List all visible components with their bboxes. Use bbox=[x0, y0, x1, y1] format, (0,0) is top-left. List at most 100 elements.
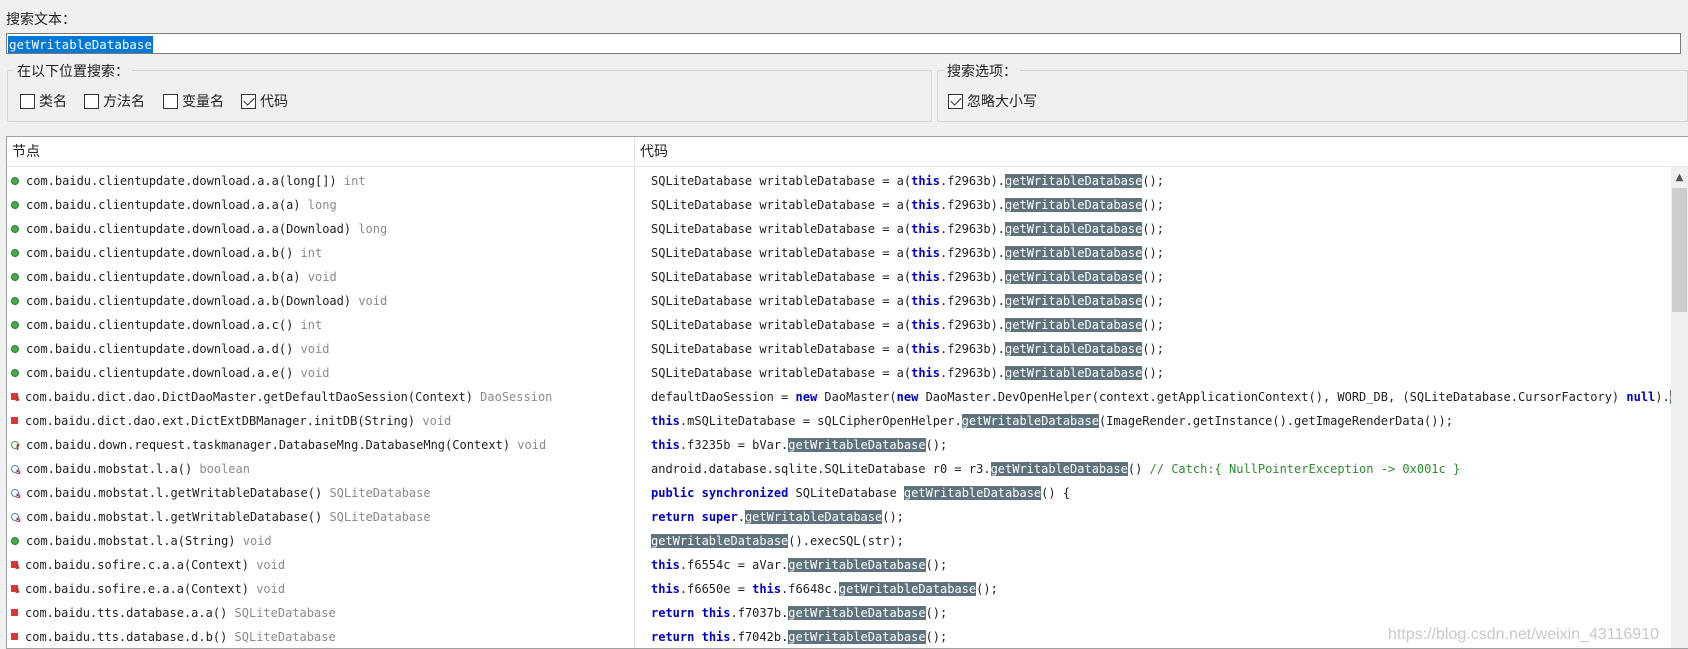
match-highlight: getWritableDatabase bbox=[1005, 174, 1143, 188]
node-name: com.baidu.clientupdate.download.a.e() bbox=[26, 366, 294, 380]
private-method-icon bbox=[11, 609, 18, 616]
return-type: int bbox=[336, 174, 366, 188]
node-name: com.baidu.sofire.c.a.a(Context) bbox=[25, 558, 249, 572]
class-name-checkbox-box[interactable] bbox=[20, 93, 35, 109]
code-keyword: this bbox=[911, 222, 940, 236]
node-name: com.baidu.mobstat.l.getWritableDatabase(… bbox=[26, 486, 323, 500]
return-type: long bbox=[351, 222, 388, 236]
node-cell[interactable]: s com.baidu.mobstat.l.getWritableDatabase… bbox=[11, 505, 631, 529]
node-cell[interactable]: com.baidu.clientupdate.download.a.a(long… bbox=[11, 169, 631, 193]
search-location-title: 在以下位置搜索： bbox=[14, 61, 132, 81]
code-keyword: this bbox=[911, 246, 940, 260]
node-cell[interactable]: f com.baidu.down.request.taskmanager.Data… bbox=[11, 433, 631, 457]
node-name: com.baidu.mobstat.l.a() bbox=[26, 462, 193, 476]
node-cell[interactable]: com.baidu.tts.database.d.b() SQLiteDatab… bbox=[11, 625, 631, 649]
code-text: .f2963b). bbox=[940, 294, 1006, 308]
search-location-group: 在以下位置搜索： 类名 方法名 变量名 代码 bbox=[7, 61, 932, 122]
public-method-icon bbox=[11, 536, 19, 545]
ignore-case-checkbox-box[interactable] bbox=[948, 93, 963, 109]
node-cell[interactable]: com.baidu.clientupdate.download.a.a(Down… bbox=[11, 217, 631, 241]
code-text: .f2963b). bbox=[940, 174, 1006, 188]
return-type: long bbox=[300, 198, 337, 212]
class-name-checkbox[interactable]: 类名 bbox=[20, 91, 67, 111]
variable-name-checkbox-box[interactable] bbox=[163, 93, 178, 109]
variable-name-checkbox[interactable]: 变量名 bbox=[163, 91, 224, 111]
return-type: void bbox=[293, 342, 330, 356]
code-cell[interactable]: SQLiteDatabase writableDatabase = a(this… bbox=[635, 169, 1687, 193]
code-cell[interactable]: defaultDaoSession = new DaoMaster(new Da… bbox=[635, 385, 1687, 409]
search-input[interactable]: getWritableDatabase bbox=[6, 33, 1681, 54]
code-text: .f2963b). bbox=[940, 198, 1006, 212]
code-keyword: new bbox=[795, 390, 818, 404]
scroll-up-icon[interactable]: ▲ bbox=[1671, 169, 1688, 186]
method-name-checkbox-box[interactable] bbox=[84, 93, 99, 109]
node-cell[interactable]: s com.baidu.mobstat.l.a() boolean bbox=[11, 457, 631, 481]
code-cell[interactable]: this.f6554c = aVar.getWritableDatabase()… bbox=[635, 553, 1687, 577]
code-cell[interactable]: getWritableDatabase().execSQL(str); bbox=[635, 529, 1687, 553]
node-cell[interactable]: com.baidu.clientupdate.download.a.e() vo… bbox=[11, 361, 631, 385]
node-name: com.baidu.sofire.e.a.a(Context) bbox=[25, 582, 249, 596]
public-method-icon bbox=[11, 344, 19, 353]
node-cell[interactable]: s com.baidu.mobstat.l.getWritableDatabase… bbox=[11, 481, 631, 505]
code-text: SQLiteDatabase writableDatabase = a( bbox=[651, 342, 912, 356]
code-cell[interactable]: SQLiteDatabase writableDatabase = a(this… bbox=[635, 193, 1687, 217]
code-text: .f6554c = aVar. bbox=[679, 558, 789, 572]
node-cell[interactable]: s com.baidu.dict.dao.DictDaoMaster.getDef… bbox=[11, 385, 631, 409]
node-cell[interactable]: com.baidu.dict.dao.ext.DictExtDBManager.… bbox=[11, 409, 631, 433]
code-cell[interactable]: this.f6650e = this.f6648c.getWritableDat… bbox=[635, 577, 1687, 601]
code-text: (); bbox=[1142, 198, 1164, 212]
node-cell[interactable]: com.baidu.clientupdate.download.a.b(a) v… bbox=[11, 265, 631, 289]
code-cell[interactable]: this.mSQLiteDatabase = sQLCipherOpenHelp… bbox=[635, 409, 1687, 433]
code-keyword: this bbox=[701, 630, 731, 644]
ignore-case-checkbox[interactable]: 忽略大小写 bbox=[948, 91, 1037, 111]
node-cell[interactable]: com.baidu.clientupdate.download.a.d() vo… bbox=[11, 337, 631, 361]
code-checkbox-box[interactable] bbox=[241, 93, 256, 109]
code-cell[interactable]: SQLiteDatabase writableDatabase = a(this… bbox=[635, 361, 1687, 385]
node-cell[interactable]: com.baidu.mobstat.l.a(String) void bbox=[11, 529, 631, 553]
code-cell[interactable]: android.database.sqlite.SQLiteDatabase r… bbox=[635, 457, 1687, 481]
node-cell[interactable]: s com.baidu.sofire.e.a.a(Context) void bbox=[11, 577, 631, 601]
code-cell[interactable]: this.f3235b = bVar.getWritableDatabase()… bbox=[635, 433, 1687, 457]
static-private-method-icon: s bbox=[11, 561, 20, 571]
code-text: .f2963b). bbox=[940, 246, 1006, 260]
code-keyword: return bbox=[651, 630, 695, 644]
code-cell[interactable]: SQLiteDatabase writableDatabase = a(this… bbox=[635, 217, 1687, 241]
static-method-icon: s bbox=[11, 512, 21, 524]
code-cell[interactable]: SQLiteDatabase writableDatabase = a(this… bbox=[635, 337, 1687, 361]
code-cell[interactable]: return super.getWritableDatabase(); bbox=[635, 505, 1687, 529]
node-name: com.baidu.mobstat.l.getWritableDatabase(… bbox=[26, 510, 323, 524]
node-cell[interactable]: com.baidu.clientupdate.download.a.b() in… bbox=[11, 241, 631, 265]
node-cell[interactable]: com.baidu.clientupdate.download.a.c() in… bbox=[11, 313, 631, 337]
match-highlight: getWritableDatabase bbox=[1005, 366, 1143, 380]
ignore-case-label: 忽略大小写 bbox=[967, 94, 1037, 110]
code-cell[interactable]: SQLiteDatabase writableDatabase = a(this… bbox=[635, 313, 1687, 337]
static-private-method-icon: s bbox=[11, 393, 20, 403]
node-cell[interactable]: com.baidu.clientupdate.download.a.a(a) l… bbox=[11, 193, 631, 217]
code-cell[interactable]: SQLiteDatabase writableDatabase = a(this… bbox=[635, 241, 1687, 265]
code-cell[interactable]: public synchronized SQLiteDatabase getWr… bbox=[635, 481, 1687, 505]
code-text: defaultDaoSession = bbox=[651, 390, 796, 404]
scroll-thumb[interactable] bbox=[1672, 188, 1687, 312]
code-cell[interactable]: return this.f7037b.getWritableDatabase()… bbox=[635, 601, 1687, 625]
code-text: () { bbox=[1041, 486, 1071, 500]
code-cell[interactable]: SQLiteDatabase writableDatabase = a(this… bbox=[635, 289, 1687, 313]
return-type: void bbox=[351, 294, 388, 308]
node-cell[interactable]: com.baidu.tts.database.a.a() SQLiteDatab… bbox=[11, 601, 631, 625]
code-checkbox[interactable]: 代码 bbox=[241, 91, 288, 111]
method-name-checkbox[interactable]: 方法名 bbox=[84, 91, 145, 111]
node-name: com.baidu.clientupdate.download.a.a(a) bbox=[26, 198, 301, 212]
vertical-scrollbar[interactable]: ▲ bbox=[1671, 167, 1688, 648]
code-column-header[interactable]: 代码 bbox=[635, 137, 1688, 167]
code-text: SQLiteDatabase writableDatabase = a( bbox=[651, 366, 912, 380]
code-text: .f3235b = bVar. bbox=[679, 438, 789, 452]
node-column-header[interactable]: 节点 bbox=[7, 137, 634, 167]
node-cell[interactable]: com.baidu.clientupdate.download.a.b(Down… bbox=[11, 289, 631, 313]
node-cell[interactable]: s com.baidu.sofire.c.a.a(Context) void bbox=[11, 553, 631, 577]
code-cell[interactable]: SQLiteDatabase writableDatabase = a(this… bbox=[635, 265, 1687, 289]
match-highlight: getWritableDatabase bbox=[1005, 342, 1143, 356]
public-method-icon bbox=[11, 248, 19, 257]
code-text: (); bbox=[1142, 222, 1164, 236]
search-text-label: 搜索文本： bbox=[6, 12, 76, 28]
